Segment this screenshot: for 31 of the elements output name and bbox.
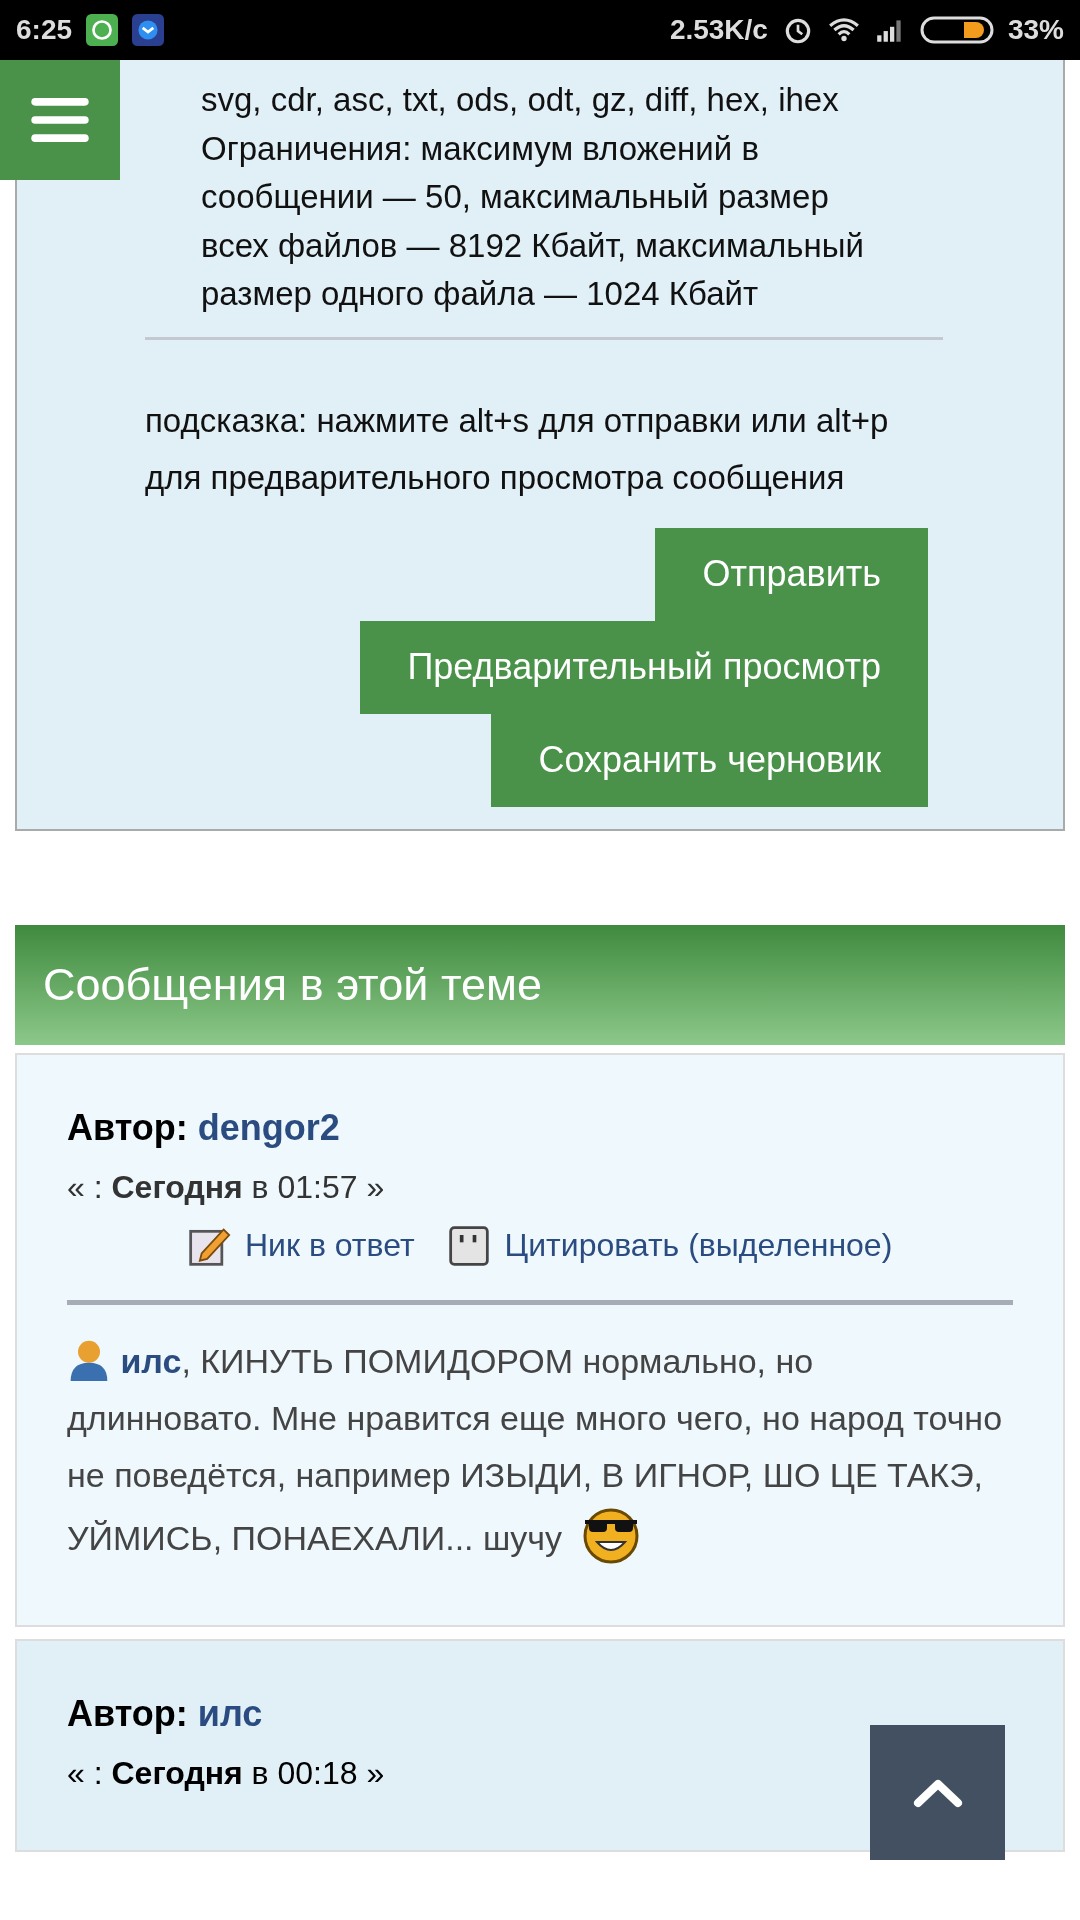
nick-reply-link[interactable]: Ник в ответ — [245, 1227, 415, 1264]
info-text: размер одного файла — 1024 Кбайт — [201, 274, 760, 314]
scroll-top-button[interactable] — [870, 1725, 1005, 1860]
battery-text: 33% — [1007, 14, 1064, 46]
author-link[interactable]: илс — [197, 1692, 263, 1734]
form-button[interactable]: Сохранить черновик — [491, 713, 928, 807]
info-text: сообщении — 50, максимальный размер — [201, 177, 830, 217]
post-date: « : Сегодня в 00:18 » — [67, 1754, 386, 1792]
form-button[interactable]: Отправить — [655, 527, 928, 621]
menu-icon — [31, 98, 89, 142]
post-text: илс, КИНУТЬ ПОМИДОРОМ нормально, но длинновато. Мне нравится еще много чего, но народ точно не поведётся, например ИЗЫДИ, В ИГНОР, ШО ЦЕ ТАКЭ, УЙМИСЬ, ПОНАЕХАЛИ... шучу — [67, 1332, 1013, 1567]
mail-app-icon — [132, 14, 165, 46]
clock-text: 6:25 — [16, 14, 73, 46]
section-title: Сообщения в этой теме — [43, 958, 542, 1011]
battery-icon — [919, 15, 994, 45]
quote-link[interactable]: Цитировать (выделенное) — [504, 1227, 893, 1264]
author-label: Автор: — [67, 1106, 188, 1148]
chevron-up-icon — [912, 1777, 963, 1808]
chat-app-icon — [86, 14, 119, 46]
author-link[interactable]: dengor2 — [197, 1106, 340, 1148]
form-button[interactable]: Предварительный просмотр — [360, 620, 928, 714]
quote-icon[interactable] — [446, 1223, 491, 1268]
hint-text: подсказка: нажмите alt+s для отправки или alt+p для предварительного просмотра сообщения — [145, 400, 890, 498]
info-text: всех файлов — 8192 Кбайт, максимальный — [201, 225, 865, 266]
net-speed-text: 2.53K/с — [669, 14, 768, 46]
author-label: Автор: — [67, 1692, 188, 1734]
menu-button[interactable] — [0, 60, 120, 180]
info-text: svg, cdr, asc, txt, ods, odt, gz, diff, hex, ihex — [201, 80, 840, 120]
mention-link[interactable]: илс — [120, 1341, 182, 1380]
post-date: « : Сегодня в 01:57 » — [67, 1168, 386, 1206]
info-text: Ограничения: максимум вложений в — [201, 128, 760, 169]
